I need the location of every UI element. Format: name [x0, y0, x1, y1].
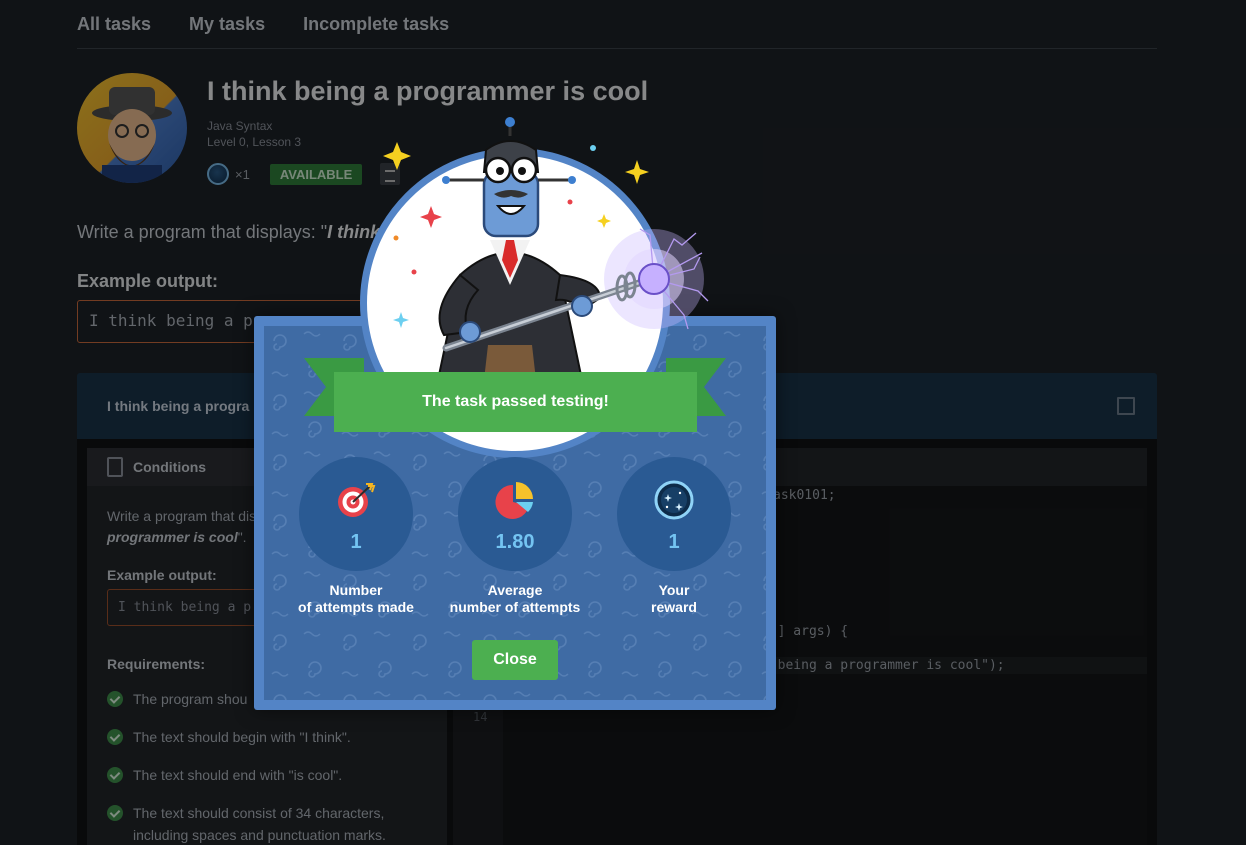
robot-mascot-illustration	[383, 117, 709, 380]
average-label-line2: number of attempts	[449, 599, 581, 615]
reward-label-line2: reward	[651, 599, 697, 615]
attempts-label-line2: of attempts made	[298, 599, 414, 615]
close-button[interactable]: Close	[472, 640, 558, 680]
average-value: 1.80	[495, 531, 535, 553]
attempts-value: 1	[350, 531, 362, 553]
reward-label: Your reward	[574, 582, 774, 616]
target-icon	[338, 483, 376, 517]
pie-chart-icon	[495, 482, 533, 519]
average-label-line1: Average	[487, 582, 543, 598]
reward-label-line1: Your	[658, 582, 690, 598]
reward-value: 1	[668, 531, 680, 553]
success-banner: The task passed testing!	[334, 372, 697, 432]
attempts-label-line1: Number	[329, 582, 383, 598]
dark-matter-coin-icon	[654, 480, 694, 520]
